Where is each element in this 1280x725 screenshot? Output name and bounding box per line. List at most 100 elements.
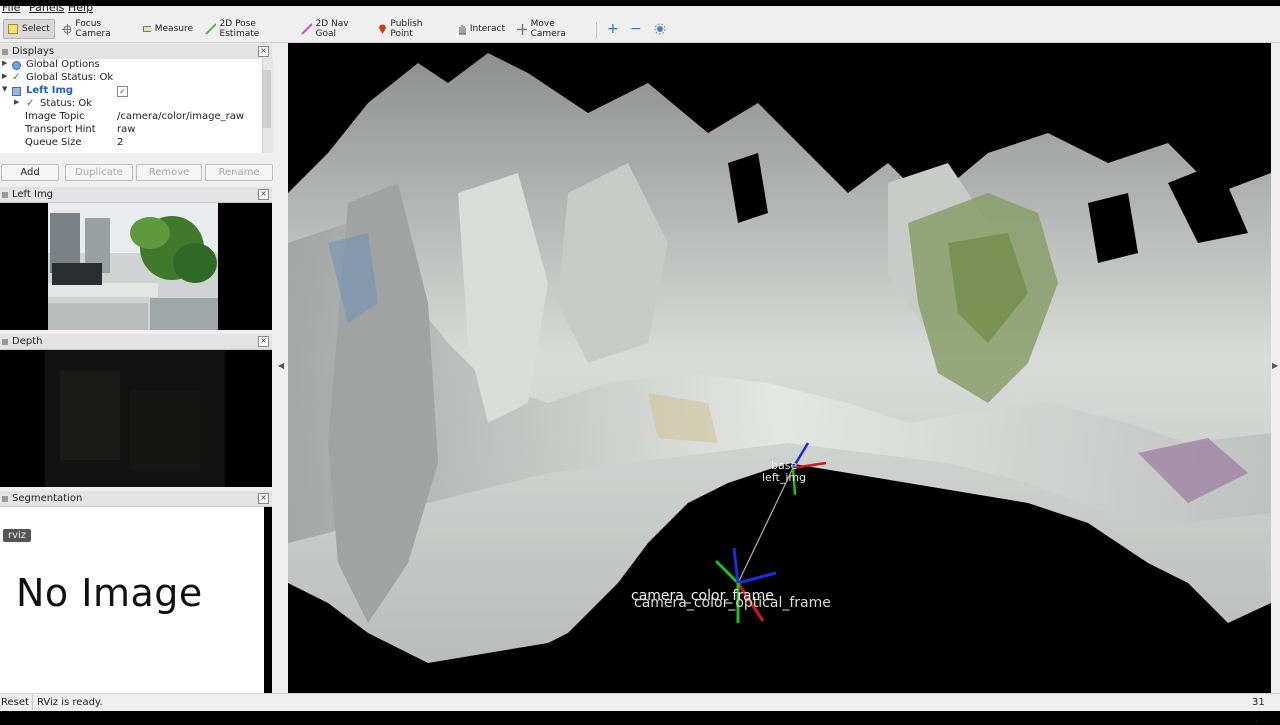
menu-help[interactable]: Help: [68, 6, 93, 14]
menu-panels[interactable]: Panels: [29, 6, 64, 14]
interact-button[interactable]: Interact: [453, 19, 509, 39]
depth-view: [0, 350, 272, 487]
tool-properties-button[interactable]: [650, 19, 670, 39]
left-img-title: Left Img: [12, 189, 54, 200]
move-icon: [517, 23, 527, 35]
displays-tree: ▶ Global Options ▶ ✓ Global Status: Ok ▼…: [0, 59, 262, 153]
menu-file[interactable]: File: [2, 6, 20, 14]
checkmark-icon: ✓: [26, 98, 35, 109]
pose-estimate-button[interactable]: 2D Pose Estimate: [201, 19, 293, 39]
tree-row-left-img[interactable]: ▼ Left Img ✓: [0, 85, 262, 98]
image-topic-value[interactable]: /camera/color/image_raw: [117, 111, 244, 122]
no-image-text: No Image: [16, 571, 203, 615]
checkmark-icon: ✓: [12, 72, 21, 83]
measure-label: Measure: [154, 24, 193, 34]
tree-label: Left Img: [26, 85, 74, 96]
camera-image: [48, 203, 218, 330]
nav-goal-label: 2D Nav Goal: [315, 19, 349, 39]
menu-bar: File Panels Help: [0, 6, 1280, 16]
tree-label: Queue Size: [25, 137, 82, 148]
tree-label: Global Options: [26, 59, 100, 70]
publish-point-button[interactable]: Publish Point: [374, 19, 448, 39]
queue-size-value[interactable]: 2: [117, 137, 123, 148]
tf-label: left_img: [762, 471, 807, 484]
hand-icon: [459, 25, 466, 35]
tree-label: Status: Ok: [40, 98, 93, 109]
expand-arrow-icon[interactable]: ▶: [2, 72, 10, 80]
close-icon[interactable]: ×: [258, 493, 269, 504]
ruler-icon: [143, 26, 151, 32]
rviz-tooltip: rviz: [3, 529, 32, 542]
select-tool-button[interactable]: Select: [3, 19, 55, 39]
toolbar: Select Focus Camera Measure 2D Pose Esti…: [0, 16, 1280, 43]
tree-row-queue-size[interactable]: Queue Size 2: [0, 137, 262, 150]
scrollbar-thumb[interactable]: [263, 70, 271, 128]
tree-row-global-status[interactable]: ▶ ✓ Global Status: Ok: [0, 72, 262, 85]
collapse-left-icon[interactable]: ◀: [278, 361, 284, 370]
remove-tool-button[interactable]: −: [626, 19, 644, 39]
collapse-arrow-icon[interactable]: ▼: [2, 85, 10, 93]
crosshair-icon: [62, 23, 72, 35]
fps-counter: 31 fps: [1252, 697, 1267, 723]
toolbar-separator: [596, 22, 597, 38]
duplicate-display-button[interactable]: Duplicate: [65, 164, 133, 181]
reset-button[interactable]: Reset: [0, 695, 33, 710]
pose-estimate-label: 2D Pose Estimate: [219, 19, 260, 39]
right-dock-strip[interactable]: ▶: [1271, 43, 1280, 693]
3d-viewport[interactable]: base left_img camera_color_frame camera_…: [288, 43, 1271, 693]
tf-axis-z: [737, 571, 777, 585]
add-tool-button[interactable]: +: [603, 19, 621, 39]
select-label: Select: [22, 24, 50, 34]
rename-display-button[interactable]: Rename: [205, 164, 273, 181]
left-img-panel-title[interactable]: Left Img ×: [0, 187, 272, 203]
transport-hint-value[interactable]: raw: [117, 124, 135, 135]
displays-panel-title[interactable]: Displays ×: [0, 44, 272, 60]
image-display-icon: [12, 87, 21, 96]
remove-display-button[interactable]: Remove: [136, 164, 202, 181]
plus-icon: +: [607, 21, 619, 37]
focus-camera-label: Focus Camera: [75, 19, 111, 39]
tree-row-global-options[interactable]: ▶ Global Options: [0, 59, 262, 72]
minus-icon: −: [630, 21, 642, 37]
status-message: RViz is ready.: [37, 697, 103, 708]
measure-button[interactable]: Measure: [139, 19, 197, 39]
bottom-black-strip: [0, 711, 1280, 720]
dock-handle-icon: [2, 495, 8, 502]
close-icon[interactable]: ×: [258, 189, 269, 200]
collapse-right-icon[interactable]: ▶: [1272, 361, 1278, 370]
dock-splitter[interactable]: ◀: [273, 43, 288, 693]
green-arrow-icon: [205, 23, 216, 35]
depth-panel-title[interactable]: Depth ×: [0, 334, 272, 350]
segmentation-edge: [264, 507, 272, 693]
segmentation-panel-title[interactable]: Segmentation ×: [0, 491, 272, 507]
tree-row-image-topic[interactable]: Image Topic /camera/color/image_raw: [0, 111, 262, 124]
gear-icon: [654, 23, 666, 35]
segmentation-view: rviz No Image: [0, 507, 264, 693]
move-camera-label: Move Camera: [530, 19, 566, 39]
expand-arrow-icon[interactable]: ▶: [2, 59, 10, 67]
map-pin-icon: [379, 24, 386, 34]
tf-axis-x: [792, 461, 827, 470]
depth-image: [45, 350, 225, 487]
segmentation-title: Segmentation: [12, 493, 83, 504]
left-img-view: [0, 203, 272, 330]
focus-camera-button[interactable]: Focus Camera: [58, 19, 134, 39]
dock-handle-icon: [2, 48, 8, 55]
tree-row-transport-hint[interactable]: Transport Hint raw: [0, 124, 262, 137]
move-camera-button[interactable]: Move Camera: [513, 19, 589, 39]
interact-label: Interact: [469, 24, 505, 34]
tree-row-status[interactable]: ▶ ✓ Status: Ok: [0, 98, 262, 111]
select-icon: [8, 24, 18, 34]
dock-handle-icon: [2, 338, 8, 345]
expand-arrow-icon[interactable]: ▶: [14, 98, 22, 106]
dock-handle-icon: [2, 191, 8, 198]
status-bar: Reset RViz is ready. 31 fps: [0, 693, 1280, 723]
tf-label: camera_color_optical_frame: [634, 595, 831, 611]
close-icon[interactable]: ×: [258, 46, 269, 57]
tree-label: Global Status: Ok: [26, 72, 114, 83]
enabled-checkbox[interactable]: ✓: [117, 86, 128, 97]
close-icon[interactable]: ×: [258, 336, 269, 347]
nav-goal-button[interactable]: 2D Nav Goal: [297, 19, 369, 39]
add-display-button[interactable]: Add: [1, 164, 59, 181]
tf-link-line: [737, 467, 794, 584]
